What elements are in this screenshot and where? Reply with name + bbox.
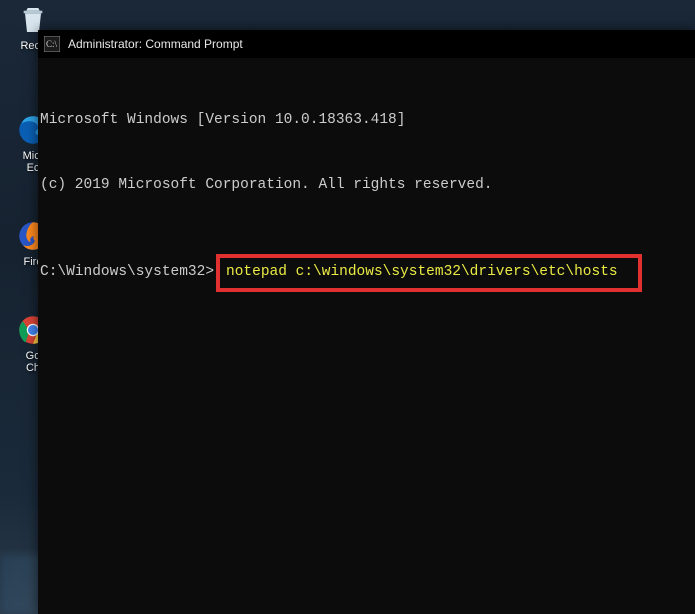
desktop: Recy Micr Ec Fire Go Ch C:\ Adminis — [0, 0, 695, 614]
terminal-prompt-row: C:\Windows\system32> notepad c:\windows\… — [40, 254, 693, 292]
titlebar[interactable]: C:\ Administrator: Command Prompt — [38, 30, 695, 58]
terminal-prompt: C:\Windows\system32> — [40, 262, 214, 284]
cmd-icon: C:\ — [44, 36, 60, 52]
terminal-command-highlighted: notepad c:\windows\system32\drivers\etc\… — [216, 254, 642, 292]
terminal-version-line: Microsoft Windows [Version 10.0.18363.41… — [40, 110, 693, 132]
terminal-copyright-line: (c) 2019 Microsoft Corporation. All righ… — [40, 175, 693, 197]
terminal-area[interactable]: Microsoft Windows [Version 10.0.18363.41… — [38, 58, 695, 614]
svg-text:C:\: C:\ — [46, 39, 58, 49]
command-prompt-window[interactable]: C:\ Administrator: Command Prompt Micros… — [38, 30, 695, 614]
window-title: Administrator: Command Prompt — [68, 37, 243, 51]
